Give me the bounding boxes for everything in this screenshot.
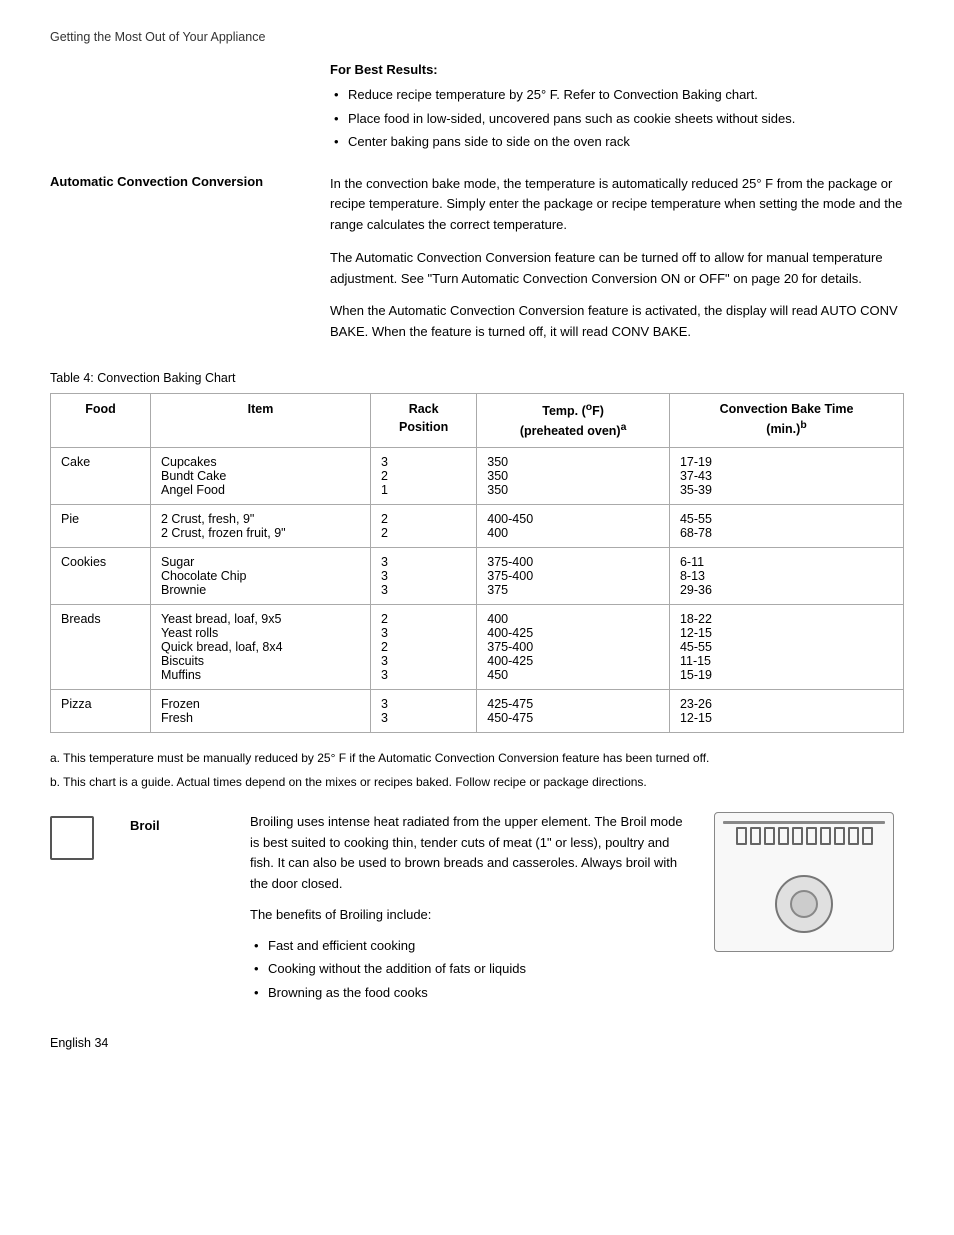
auto-convection-para-2: The Automatic Convection Conversion feat… xyxy=(330,248,904,290)
rack-breads: 2 3 2 3 3 xyxy=(371,605,477,690)
items-cookies: Sugar Chocolate Chip Brownie xyxy=(150,548,370,605)
broil-icon xyxy=(50,816,94,860)
top-line xyxy=(723,821,885,824)
col-temp: Temp. (oF)(preheated oven)a xyxy=(477,394,670,448)
rack-cake: 3 2 1 xyxy=(371,448,477,505)
coil-6 xyxy=(806,827,817,845)
coil-2 xyxy=(750,827,761,845)
center-element xyxy=(775,875,833,933)
food-cake: Cake xyxy=(51,448,151,505)
cake-item-1: Cupcakes xyxy=(161,455,217,469)
oven-diagram xyxy=(714,812,894,952)
coil-1 xyxy=(736,827,747,845)
broil-benefit-1: Fast and efficient cooking xyxy=(250,936,694,956)
best-results-title: For Best Results: xyxy=(330,62,904,77)
time-pie: 45-55 68-78 xyxy=(669,505,903,548)
coil-5 xyxy=(792,827,803,845)
rack-pizza: 3 3 xyxy=(371,690,477,733)
items-breads: Yeast bread, loaf, 9x5 Yeast rolls Quick… xyxy=(150,605,370,690)
temp-cookies: 375-400 375-400 375 xyxy=(477,548,670,605)
table-header-row: Food Item RackPosition Temp. (oF)(prehea… xyxy=(51,394,904,448)
table-row: Cookies Sugar Chocolate Chip Brownie 3 3… xyxy=(51,548,904,605)
table-row: Pizza Frozen Fresh 3 3 425-475 450-475 2… xyxy=(51,690,904,733)
food-breads: Breads xyxy=(51,605,151,690)
broil-benefits-list: Fast and efficient cooking Cooking witho… xyxy=(250,936,694,1003)
auto-convection-content: In the convection bake mode, the tempera… xyxy=(330,174,904,356)
items-cake: Cupcakes Bundt Cake Angel Food xyxy=(150,448,370,505)
header-text: Getting the Most Out of Your Appliance xyxy=(50,30,265,44)
time-breads: 18-22 12-15 45-55 11-15 15-19 xyxy=(669,605,903,690)
auto-convection-para-1: In the convection bake mode, the tempera… xyxy=(330,174,904,236)
best-results-item-3: Center baking pans side to side on the o… xyxy=(330,132,904,152)
temp-cake: 350 350 350 xyxy=(477,448,670,505)
best-results-item-1: Reduce recipe temperature by 25° F. Refe… xyxy=(330,85,904,105)
best-results-section: For Best Results: Reduce recipe temperat… xyxy=(330,62,904,152)
items-pizza: Frozen Fresh xyxy=(150,690,370,733)
col-item: Item xyxy=(150,394,370,448)
footnotes: a. This temperature must be manually red… xyxy=(50,749,904,791)
food-cookies: Cookies xyxy=(51,548,151,605)
broil-label: Broil xyxy=(130,818,160,833)
broil-label-col: Broil xyxy=(130,812,250,833)
coil-4 xyxy=(778,827,789,845)
baking-chart-table: Food Item RackPosition Temp. (oF)(prehea… xyxy=(50,393,904,733)
col-rack: RackPosition xyxy=(371,394,477,448)
center-inner xyxy=(790,890,818,918)
table-row: Cake Cupcakes Bundt Cake Angel Food 3 2 … xyxy=(51,448,904,505)
coil-9 xyxy=(848,827,859,845)
page-header: Getting the Most Out of Your Appliance xyxy=(50,30,904,44)
items-pie: 2 Crust, fresh, 9" 2 Crust, frozen fruit… xyxy=(150,505,370,548)
auto-convection-para-3: When the Automatic Convection Conversion… xyxy=(330,301,904,343)
auto-convection-label: Automatic Convection Conversion xyxy=(50,174,330,356)
page-footer: English 34 xyxy=(50,1036,904,1050)
cake-item-3: Angel Food xyxy=(161,483,225,497)
broil-benefit-3: Browning as the food cooks xyxy=(250,983,694,1003)
broil-text-col: Broiling uses intense heat radiated from… xyxy=(250,812,714,1006)
broil-section: Broil Broiling uses intense heat radiate… xyxy=(50,812,904,1006)
time-pizza: 23-26 12-15 xyxy=(669,690,903,733)
temp-pie: 400-450 400 xyxy=(477,505,670,548)
best-results-item-2: Place food in low-sided, uncovered pans … xyxy=(330,109,904,129)
food-pie: Pie xyxy=(51,505,151,548)
table-caption: Table 4: Convection Baking Chart xyxy=(50,371,904,385)
col-food: Food xyxy=(51,394,151,448)
food-pizza: Pizza xyxy=(51,690,151,733)
rack-cookies: 3 3 3 xyxy=(371,548,477,605)
coil-3 xyxy=(764,827,775,845)
table-row: Breads Yeast bread, loaf, 9x5 Yeast roll… xyxy=(51,605,904,690)
temp-pizza: 425-475 450-475 xyxy=(477,690,670,733)
col-time: Convection Bake Time(min.)b xyxy=(669,394,903,448)
broil-icon-col xyxy=(50,812,130,860)
broil-para-2: The benefits of Broiling include: xyxy=(250,905,694,926)
element-row xyxy=(723,827,885,845)
broil-image-col xyxy=(714,812,904,952)
temp-breads: 400 400-425 375-400 400-425 450 xyxy=(477,605,670,690)
time-cookies: 6-11 8-13 29-36 xyxy=(669,548,903,605)
broil-para-1: Broiling uses intense heat radiated from… xyxy=(250,812,694,895)
table-row: Pie 2 Crust, fresh, 9" 2 Crust, frozen f… xyxy=(51,505,904,548)
broil-benefit-2: Cooking without the addition of fats or … xyxy=(250,959,694,979)
coil-10 xyxy=(862,827,873,845)
best-results-list: Reduce recipe temperature by 25° F. Refe… xyxy=(330,85,904,152)
rack-pie: 2 2 xyxy=(371,505,477,548)
footnote-b: b. This chart is a guide. Actual times d… xyxy=(50,773,904,792)
footnote-a: a. This temperature must be manually red… xyxy=(50,749,904,768)
auto-convection-section: Automatic Convection Conversion In the c… xyxy=(50,174,904,356)
time-cake: 17-19 37-43 35-39 xyxy=(669,448,903,505)
cake-item-2: Bundt Cake xyxy=(161,469,226,483)
footer-text: English 34 xyxy=(50,1036,108,1050)
coil-8 xyxy=(834,827,845,845)
coil-7 xyxy=(820,827,831,845)
